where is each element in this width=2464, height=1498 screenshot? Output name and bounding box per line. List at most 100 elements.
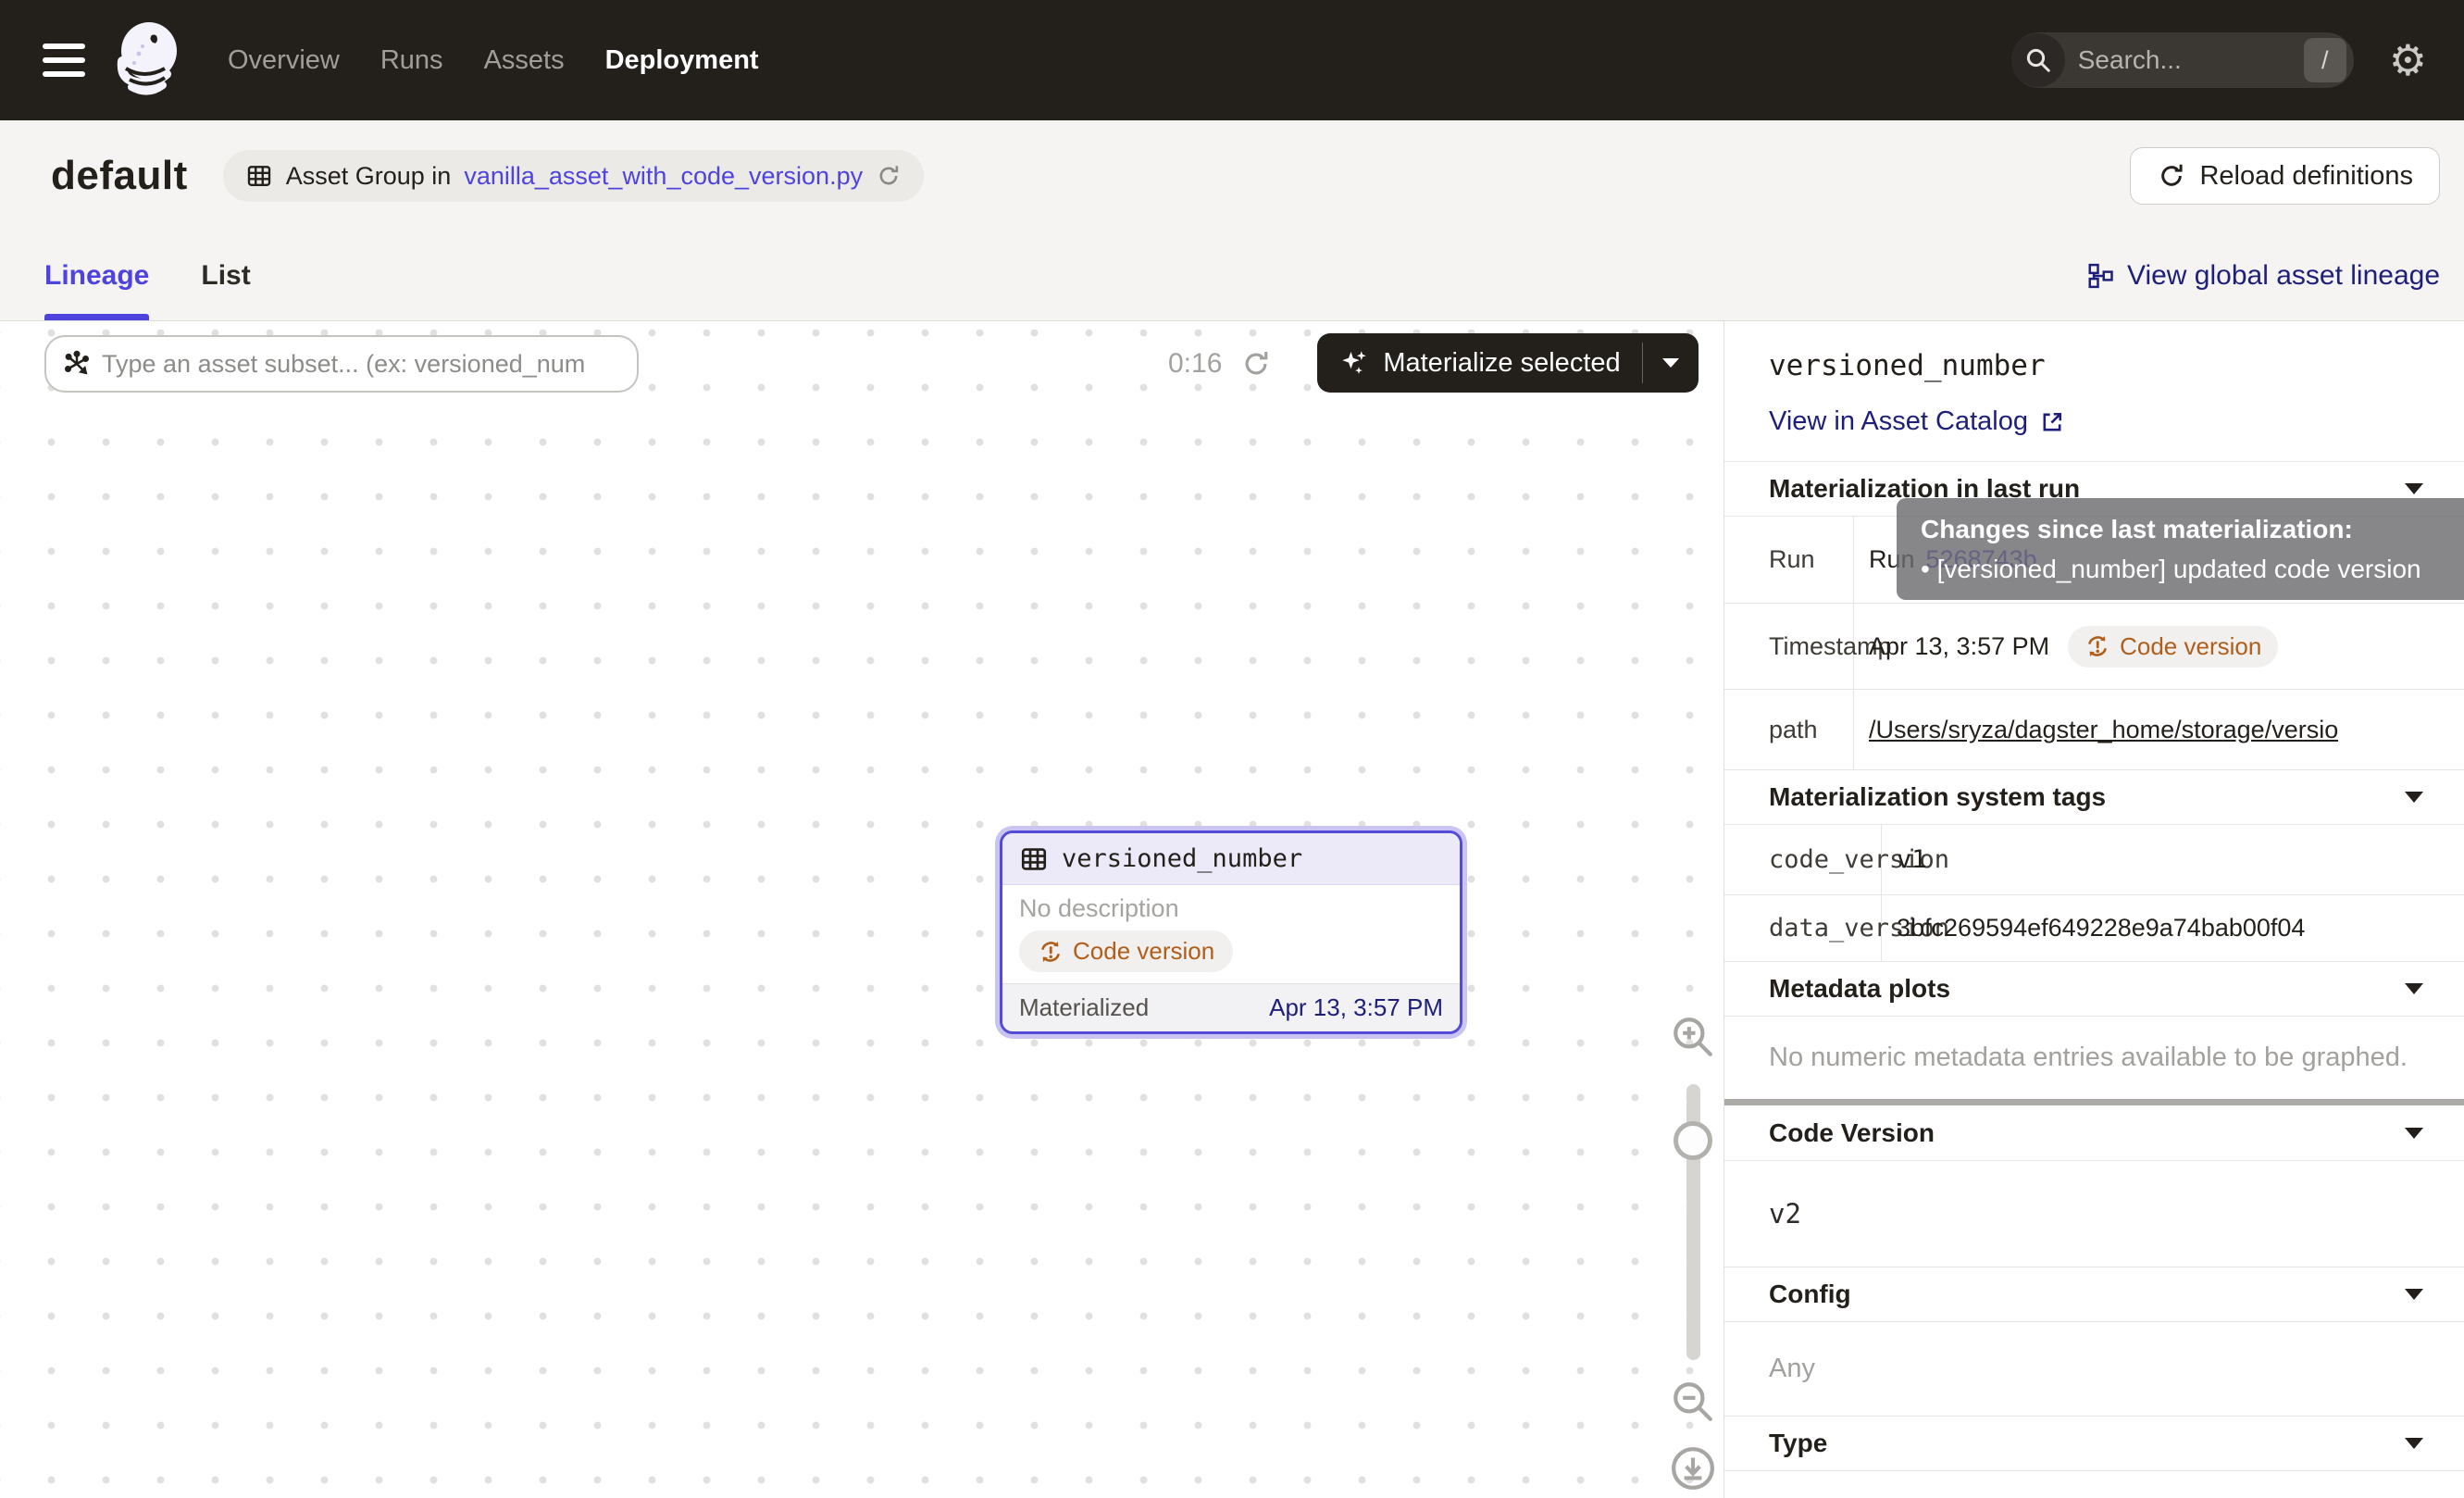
view-in-asset-catalog-link[interactable]: View in Asset Catalog [1769,406,2065,437]
section-label: Metadata plots [1769,974,1950,1004]
config-value: Any [1724,1321,2464,1416]
nav-deployment[interactable]: Deployment [605,45,759,76]
path-row-label: path [1724,690,1854,769]
code-version-change-icon [1038,939,1064,965]
table-icon [245,162,273,190]
asset-detail-sidebar: versioned_number View in Asset Catalog M… [1724,321,2464,1498]
search-shortcut-badge: / [2304,38,2346,82]
nav-runs[interactable]: Runs [380,45,443,76]
section-config[interactable]: Config [1724,1267,2464,1321]
search-box[interactable]: / [2011,32,2354,88]
code-version-badge: Code version [2068,626,2278,668]
section-label: Materialization system tags [1769,782,2106,812]
refresh-icon[interactable] [1240,348,1272,380]
gear-icon[interactable]: ⚙ [2389,39,2427,81]
tooltip-title: Changes since last materialization: [1921,510,2464,549]
section-type[interactable]: Type [1724,1416,2464,1470]
refresh-timer: 0:16 [1168,335,1272,393]
collapse-caret-icon [2405,792,2423,803]
collapse-caret-icon [2405,1438,2423,1449]
code-version-change-icon [2084,633,2110,659]
section-label: Config [1769,1280,1851,1309]
materialize-button-group: Materialize selected [1317,333,1699,393]
asset-node-versioned-number[interactable]: versioned_number No description Code ver… [1000,830,1462,1034]
download-image-icon[interactable] [1670,1445,1716,1492]
asset-group-file-link[interactable]: vanilla_asset_with_code_version.py [464,162,863,191]
timestamp-value: Apr 13, 3:57 PM [1869,632,2049,661]
section-materialization-system-tags[interactable]: Materialization system tags [1724,769,2464,824]
asset-subset-input-box[interactable] [44,335,639,393]
dagster-logo[interactable] [111,20,185,100]
refresh-countdown: 0:16 [1168,348,1222,380]
asset-node-body: No description Code version [1002,885,1460,983]
nav-right: / ⚙ [2011,32,2427,88]
code-version-value: v2 [1724,1160,2464,1267]
code-version-badge-label: Code version [1073,937,1214,966]
materialize-dropdown-button[interactable] [1643,333,1699,393]
lineage-canvas[interactable]: 0:16 Materialize selected [0,321,1724,1498]
nav-assets[interactable]: Assets [484,45,565,76]
search-input[interactable] [2065,45,2304,75]
tab-lineage[interactable]: Lineage [44,231,149,320]
materialized-label: Materialized [1019,993,1149,1022]
menu-icon[interactable] [43,44,85,77]
path-link[interactable]: /Users/sryza/dagster_home/storage/versio [1869,716,2338,744]
type-body [1724,1470,2464,1471]
view-global-asset-lineage-link[interactable]: View global asset lineage [2086,260,2440,292]
collapse-caret-icon [2405,483,2423,494]
zoom-controls [1664,1014,1722,1492]
refresh-icon [2157,161,2186,191]
tag-row-data-version: data_version 3bfc269594ef649228e9a74bab0… [1724,894,2464,961]
asset-node-header: versioned_number [1002,833,1460,885]
changes-tooltip: Changes since last materialization: • [v… [1897,498,2464,600]
chevron-down-icon [1662,358,1679,368]
timestamp-row: Timestamp Apr 13, 3:57 PM Code version [1724,603,2464,689]
zoom-slider-handle[interactable] [1674,1121,1712,1160]
view-in-asset-catalog-label: View in Asset Catalog [1769,406,2028,437]
panel-splitter[interactable] [1724,1099,2464,1105]
asset-subset-icon [63,350,91,378]
lineage-graph-icon [2086,262,2114,290]
top-nav: Overview Runs Assets Deployment / ⚙ [0,0,2464,120]
table-icon [1019,844,1049,874]
tag-key: code_version [1724,825,1882,894]
materialize-selected-button[interactable]: Materialize selected [1317,333,1642,393]
run-row-label: Run [1724,517,1854,603]
tag-value: v1 [1882,825,2464,894]
code-version-badge-label: Code version [2120,632,2261,661]
section-code-version[interactable]: Code Version [1724,1105,2464,1160]
materialized-time-link[interactable]: Apr 13, 3:57 PM [1269,993,1443,1022]
external-link-icon [2039,409,2065,435]
asset-node-footer: Materialized Apr 13, 3:57 PM [1002,983,1460,1031]
content: 0:16 Materialize selected [0,321,2464,1498]
timestamp-row-label: Timestamp [1724,604,1854,689]
sidebar-title-block: versioned_number View in Asset Catalog [1724,321,2464,461]
view-global-asset-lineage-label: View global asset lineage [2127,260,2440,292]
collapse-caret-icon [2405,1128,2423,1139]
nav-overview[interactable]: Overview [228,45,340,76]
collapse-caret-icon [2405,1289,2423,1300]
materialize-selected-label: Materialize selected [1383,348,1620,379]
asset-group-badge: Asset Group in vanilla_asset_with_code_v… [223,150,924,202]
code-version-badge: Code version [1019,930,1233,972]
collapse-caret-icon [2405,983,2423,994]
search-icon [2011,33,2065,87]
primary-nav: Overview Runs Assets Deployment [228,45,759,76]
tab-bar: Lineage List View global asset lineage [0,231,2464,321]
section-metadata-plots[interactable]: Metadata plots [1724,961,2464,1016]
asset-subset-input[interactable] [102,350,622,379]
page-header: default Asset Group in vanilla_asset_wit… [0,120,2464,231]
timestamp-row-value: Apr 13, 3:57 PM Code version [1854,604,2464,689]
tag-key: data_version [1724,895,1882,961]
zoom-out-icon[interactable] [1670,1379,1716,1425]
tag-row-code-version: code_version v1 [1724,824,2464,894]
zoom-slider[interactable] [1686,1084,1700,1360]
section-label: Code Version [1769,1118,1935,1148]
refresh-icon[interactable] [876,163,902,189]
asset-node-description: No description [1019,894,1443,923]
reload-definitions-button[interactable]: Reload definitions [2130,147,2440,205]
tab-list[interactable]: List [201,231,250,320]
sparkles-icon [1338,347,1370,379]
asset-group-prefix: Asset Group in [286,162,452,191]
zoom-in-icon[interactable] [1670,1014,1716,1060]
